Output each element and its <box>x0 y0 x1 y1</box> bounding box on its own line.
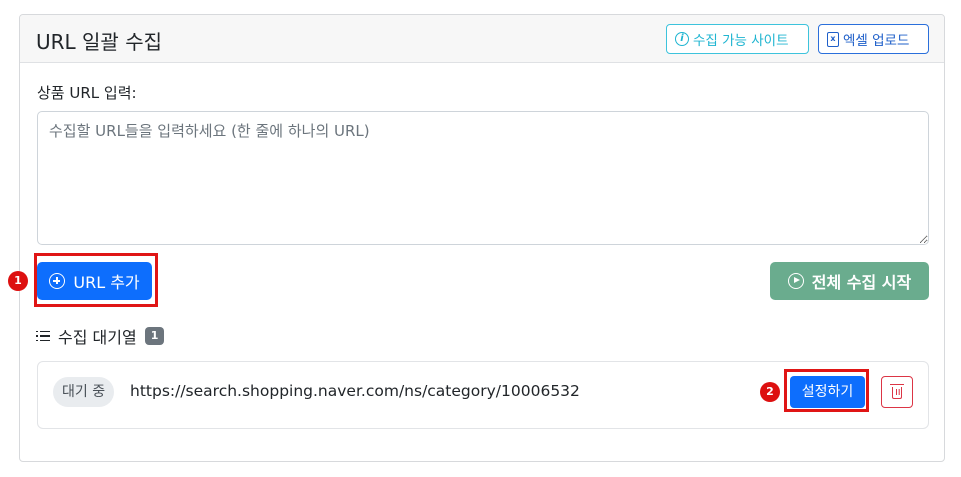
card-header: URL 일괄 수집 i 수집 가능 사이트 x 엑셀 업로드 <box>20 15 944 63</box>
plus-circle-icon <box>49 273 66 289</box>
queue-item-url: https://search.shopping.naver.com/ns/cat… <box>130 382 580 400</box>
start-all-button[interactable]: 전체 수집 시작 <box>770 262 929 300</box>
info-circle-icon: i <box>675 32 689 46</box>
excel-upload-label: 엑셀 업로드 <box>843 33 910 49</box>
supported-sites-label: 수집 가능 사이트 <box>693 33 789 49</box>
trash-icon <box>890 384 904 399</box>
excel-file-icon: x <box>827 31 839 47</box>
url-textarea[interactable] <box>37 111 929 245</box>
supported-sites-button[interactable]: i 수집 가능 사이트 <box>666 24 809 54</box>
list-icon <box>36 330 50 342</box>
step-marker-2: 2 <box>760 382 780 402</box>
delete-button[interactable] <box>881 376 913 408</box>
url-bulk-collect-card: URL 일괄 수집 i 수집 가능 사이트 x 엑셀 업로드 상품 URL 입력… <box>8 14 945 462</box>
start-all-label: 전체 수집 시작 <box>811 273 912 292</box>
status-badge: 대기 중 <box>53 377 115 407</box>
excel-upload-button[interactable]: x 엑셀 업로드 <box>818 24 929 54</box>
play-circle-icon <box>787 273 804 289</box>
card-title: URL 일괄 수집 <box>36 30 162 54</box>
queue-count-badge: 1 <box>144 327 165 345</box>
queue-title: 수집 대기열 <box>58 328 137 347</box>
add-url-button[interactable]: URL 추가 <box>37 262 152 300</box>
highlight-box-settings <box>784 369 869 412</box>
step-marker-1: 1 <box>8 271 28 291</box>
add-url-label: URL 추가 <box>73 273 140 292</box>
url-input-label: 상품 URL 입력: <box>37 84 137 102</box>
queue-heading: 수집 대기열 1 <box>36 324 165 348</box>
